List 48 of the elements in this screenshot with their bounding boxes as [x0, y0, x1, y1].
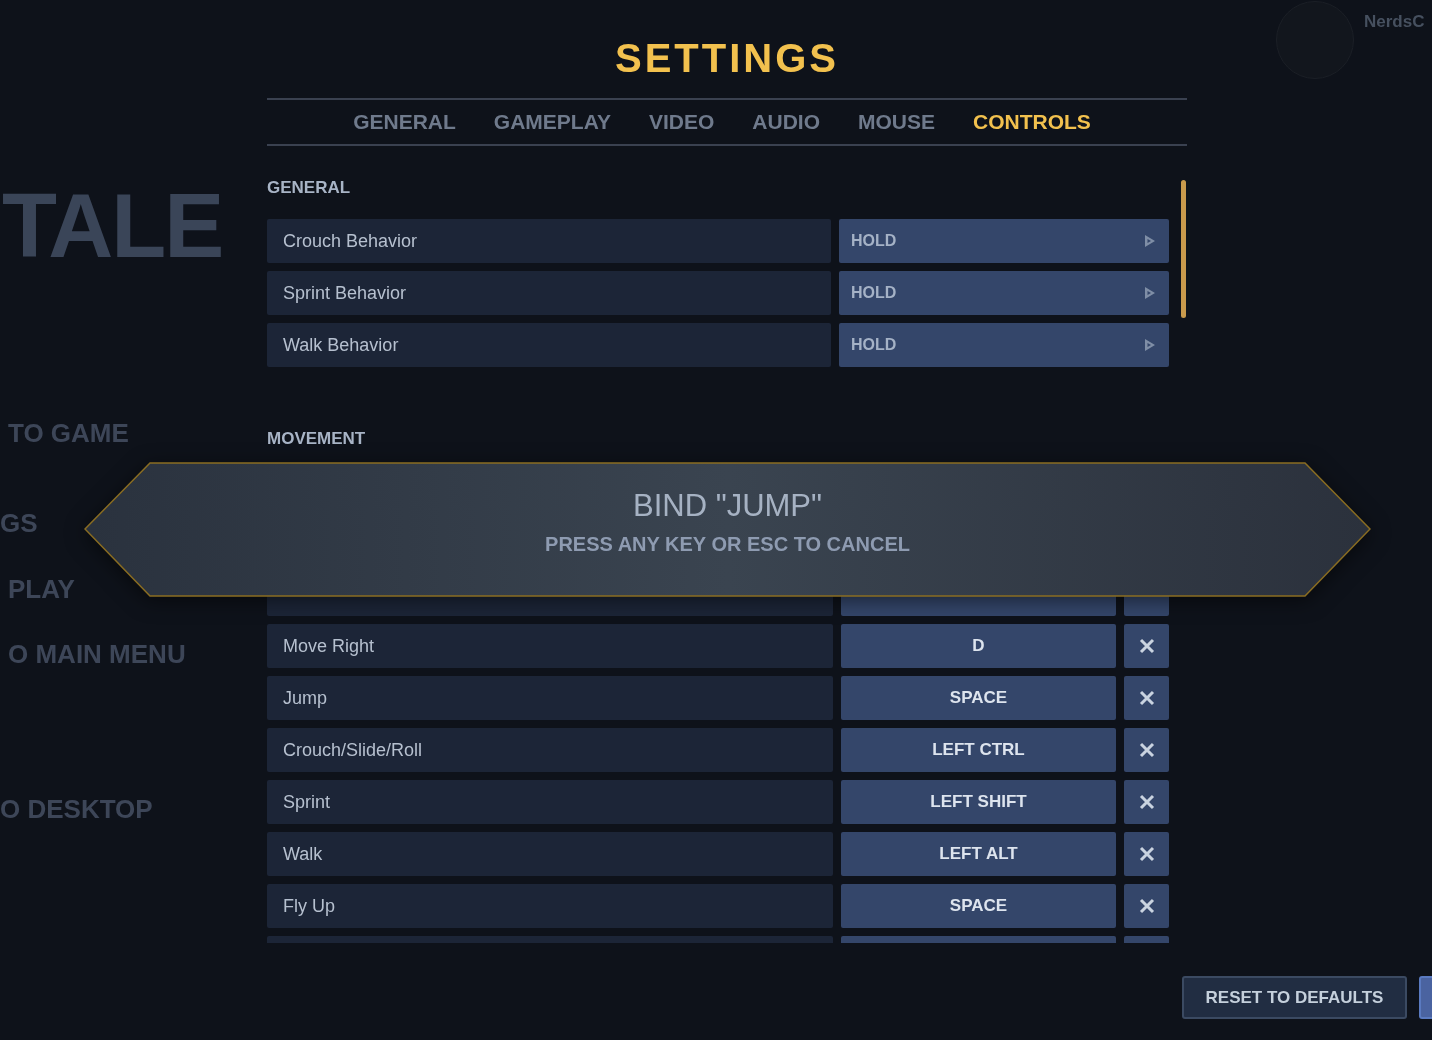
clear-binding-button[interactable]	[1124, 728, 1169, 772]
settings-title: SETTINGS	[614, 36, 840, 80]
section-heading: MOVEMENT	[267, 429, 367, 449]
close-icon	[1138, 846, 1155, 862]
tab[interactable]: MOUSE	[858, 110, 935, 134]
user-name: NerdsC	[1364, 12, 1425, 32]
play-icon	[1143, 285, 1157, 301]
close-icon	[1138, 742, 1155, 758]
key-binding-button[interactable]: D	[841, 624, 1116, 668]
section-heading: GENERAL	[267, 178, 352, 198]
action-label: Jump	[267, 676, 833, 720]
key-binding-button[interactable]: LEFT CTRL	[841, 728, 1116, 772]
close-icon	[1138, 794, 1155, 810]
option-selector[interactable]: HOLD	[839, 219, 1169, 263]
play-icon	[1143, 233, 1157, 249]
close-icon	[1138, 898, 1155, 914]
clear-binding-button[interactable]	[1124, 832, 1169, 876]
close-icon	[1138, 690, 1155, 706]
reset-button[interactable]: RESET TO DEFAULTS	[1182, 976, 1407, 1019]
dialog-message: PRESS ANY KEY OR ESC TO CANCEL	[545, 532, 910, 556]
action-label: Fly Up	[267, 884, 833, 928]
tab[interactable]: AUDIO	[752, 110, 820, 134]
action-label: Move Right	[267, 624, 833, 668]
option-selector[interactable]: HOLD	[839, 271, 1169, 315]
action-label: Crouch/Slide/Roll	[267, 728, 833, 772]
action-label: Sprint	[267, 780, 833, 824]
key-binding-button[interactable]: SPACE	[841, 884, 1116, 928]
clear-binding-button[interactable]	[1124, 676, 1169, 720]
key-binding-button[interactable]: LEFT SHIFT	[841, 780, 1116, 824]
key-binding-button[interactable]: LEFT ALT	[841, 832, 1116, 876]
setting-label: Walk Behavior	[267, 323, 831, 367]
key-binding-button[interactable]: SPACE	[841, 676, 1116, 720]
tab[interactable]: GAMEPLAY	[493, 110, 611, 134]
tab[interactable]: GENERAL	[353, 110, 456, 134]
dialog-title: BIND "JUMP"	[632, 488, 823, 524]
action-label: Walk	[267, 832, 833, 876]
tab[interactable]: CONTROLS	[973, 110, 1091, 134]
play-icon	[1143, 337, 1157, 353]
close-icon	[1138, 638, 1155, 654]
setting-label: Sprint Behavior	[267, 271, 831, 315]
clear-binding-button[interactable]	[1124, 780, 1169, 824]
scrollbar[interactable]	[1181, 180, 1186, 318]
clear-binding-button[interactable]	[1124, 624, 1169, 668]
option-selector[interactable]: HOLD	[839, 323, 1169, 367]
tab[interactable]: VIDEO	[648, 110, 715, 134]
game-logo: TALE	[2, 175, 223, 278]
clear-binding-button[interactable]	[1124, 884, 1169, 928]
setting-label: Crouch Behavior	[267, 219, 831, 263]
